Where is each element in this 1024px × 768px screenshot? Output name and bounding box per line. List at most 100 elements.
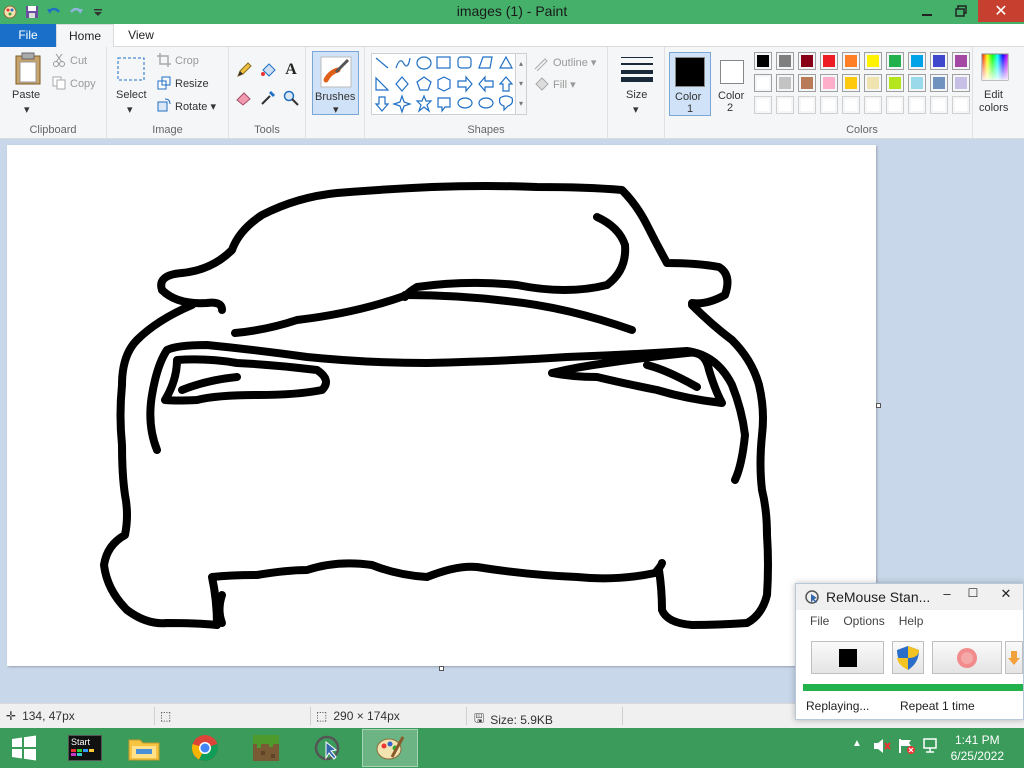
eraser-icon[interactable] xyxy=(235,89,253,107)
minimize-button[interactable] xyxy=(910,0,944,22)
taskbar-paint[interactable] xyxy=(362,729,418,767)
color-picker-icon[interactable] xyxy=(259,89,277,107)
show-hidden-icons[interactable]: ▲ xyxy=(852,738,862,749)
palette-color-swatch[interactable] xyxy=(886,74,904,92)
taskbar-file-explorer[interactable] xyxy=(116,729,172,767)
palette-color-swatch[interactable] xyxy=(820,52,838,70)
tab-home[interactable]: Home xyxy=(56,24,114,48)
palette-color-swatch[interactable] xyxy=(908,74,926,92)
copy-button[interactable]: Copy xyxy=(70,78,96,90)
remouse-close-button[interactable]: ✕ xyxy=(988,586,1024,606)
copy-icon xyxy=(52,76,66,90)
tab-file[interactable]: File xyxy=(0,24,56,47)
remouse-window: ReMouse Stan... – ☐ ✕ File Options Help … xyxy=(795,583,1024,720)
admin-button[interactable] xyxy=(892,641,924,674)
stop-button[interactable] xyxy=(811,641,884,674)
palette-empty-swatch[interactable] xyxy=(754,96,772,114)
select-dropdown-icon[interactable]: ▾ xyxy=(127,103,133,116)
cut-button[interactable]: Cut xyxy=(70,55,87,67)
taskbar-minecraft[interactable] xyxy=(238,729,294,767)
record-button[interactable] xyxy=(932,641,1002,674)
palette-color-swatch[interactable] xyxy=(908,52,926,70)
tab-view[interactable]: View xyxy=(114,24,168,47)
palette-color-swatch[interactable] xyxy=(776,52,794,70)
paste-button[interactable]: Paste xyxy=(12,89,40,101)
remouse-minimize-button[interactable]: – xyxy=(936,586,958,606)
palette-empty-swatch[interactable] xyxy=(820,96,838,114)
palette-empty-swatch[interactable] xyxy=(930,96,948,114)
edit-colors-label-2[interactable]: colors xyxy=(979,102,1008,114)
fill-button[interactable]: Fill ▾ xyxy=(553,78,576,91)
palette-color-swatch[interactable] xyxy=(754,74,772,92)
restore-icon xyxy=(955,5,967,17)
palette-empty-swatch[interactable] xyxy=(952,96,970,114)
palette-color-swatch[interactable] xyxy=(864,74,882,92)
resize-handle-bottom[interactable] xyxy=(439,666,444,671)
swatch-fill xyxy=(955,55,967,67)
swatch-fill xyxy=(867,55,879,67)
outline-button[interactable]: Outline ▾ xyxy=(553,56,596,69)
palette-color-swatch[interactable] xyxy=(952,74,970,92)
action-center-icon[interactable] xyxy=(898,738,916,757)
pencil-icon[interactable] xyxy=(235,61,253,79)
palette-color-swatch[interactable] xyxy=(776,74,794,92)
palette-color-swatch[interactable] xyxy=(930,52,948,70)
remouse-menu-file[interactable]: File xyxy=(810,614,829,634)
taskbar-chrome[interactable] xyxy=(177,729,233,767)
swatch-fill xyxy=(889,99,901,111)
palette-color-swatch[interactable] xyxy=(952,52,970,70)
rotate-button[interactable]: Rotate ▾ xyxy=(175,100,216,113)
edit-colors-icon[interactable] xyxy=(981,53,1009,81)
taskbar-remouse[interactable] xyxy=(299,729,355,767)
palette-empty-swatch[interactable] xyxy=(908,96,926,114)
restore-button[interactable] xyxy=(944,0,978,22)
palette-empty-swatch[interactable] xyxy=(798,96,816,114)
close-button[interactable]: ✕ xyxy=(978,0,1024,22)
outline-icon xyxy=(533,55,549,71)
volume-muted-icon[interactable] xyxy=(873,738,891,757)
palette-color-swatch[interactable] xyxy=(842,52,860,70)
brushes-button[interactable]: Brushes ▾ xyxy=(312,51,359,116)
fill-bucket-icon[interactable] xyxy=(259,61,277,79)
remouse-maximize-button[interactable]: ☐ xyxy=(962,586,984,606)
network-icon[interactable] xyxy=(921,738,939,757)
remouse-menu-options[interactable]: Options xyxy=(843,614,884,634)
palette-empty-swatch[interactable] xyxy=(864,96,882,114)
resize-button[interactable]: Resize xyxy=(175,78,209,90)
status-separator xyxy=(466,707,467,725)
load-button[interactable] xyxy=(1005,641,1023,674)
palette-color-swatch[interactable] xyxy=(842,74,860,92)
palette-color-swatch[interactable] xyxy=(930,74,948,92)
palette-color-swatch[interactable] xyxy=(864,52,882,70)
start-button[interactable] xyxy=(0,729,48,767)
crop-button[interactable]: Crop xyxy=(175,55,199,67)
palette-empty-swatch[interactable] xyxy=(776,96,794,114)
size-button[interactable]: Size xyxy=(626,89,647,101)
paste-icon[interactable] xyxy=(8,51,48,87)
color1-button[interactable]: Color 1 xyxy=(669,52,711,116)
edit-colors-label[interactable]: Edit xyxy=(984,89,1003,101)
palette-empty-swatch[interactable] xyxy=(886,96,904,114)
select-button[interactable]: Select xyxy=(116,89,147,101)
drawing-canvas[interactable] xyxy=(7,145,881,671)
remouse-menu-help[interactable]: Help xyxy=(899,614,924,634)
resize-handle-right[interactable] xyxy=(876,403,881,408)
taskbar-start-app[interactable]: Start xyxy=(57,729,113,767)
palette-empty-swatch[interactable] xyxy=(842,96,860,114)
shapes-gallery[interactable] xyxy=(371,53,519,115)
select-icon[interactable] xyxy=(115,55,147,83)
palette-color-swatch[interactable] xyxy=(886,52,904,70)
shapes-scroll[interactable]: ▴ ▾ ▾ xyxy=(515,53,527,115)
palette-color-swatch[interactable] xyxy=(798,74,816,92)
system-clock[interactable]: 1:41 PM 6/25/2022 xyxy=(951,732,1004,764)
size-icon[interactable] xyxy=(620,55,654,83)
paste-dropdown-icon[interactable]: ▾ xyxy=(24,103,30,116)
magnifier-icon[interactable] xyxy=(282,89,300,107)
clock-date: 6/25/2022 xyxy=(950,749,1004,763)
size-dropdown-icon[interactable]: ▾ xyxy=(633,103,639,116)
color2-button[interactable]: Color 2 xyxy=(712,52,752,116)
palette-color-swatch[interactable] xyxy=(754,52,772,70)
text-tool-icon[interactable]: A xyxy=(282,61,300,79)
palette-color-swatch[interactable] xyxy=(820,74,838,92)
palette-color-swatch[interactable] xyxy=(798,52,816,70)
